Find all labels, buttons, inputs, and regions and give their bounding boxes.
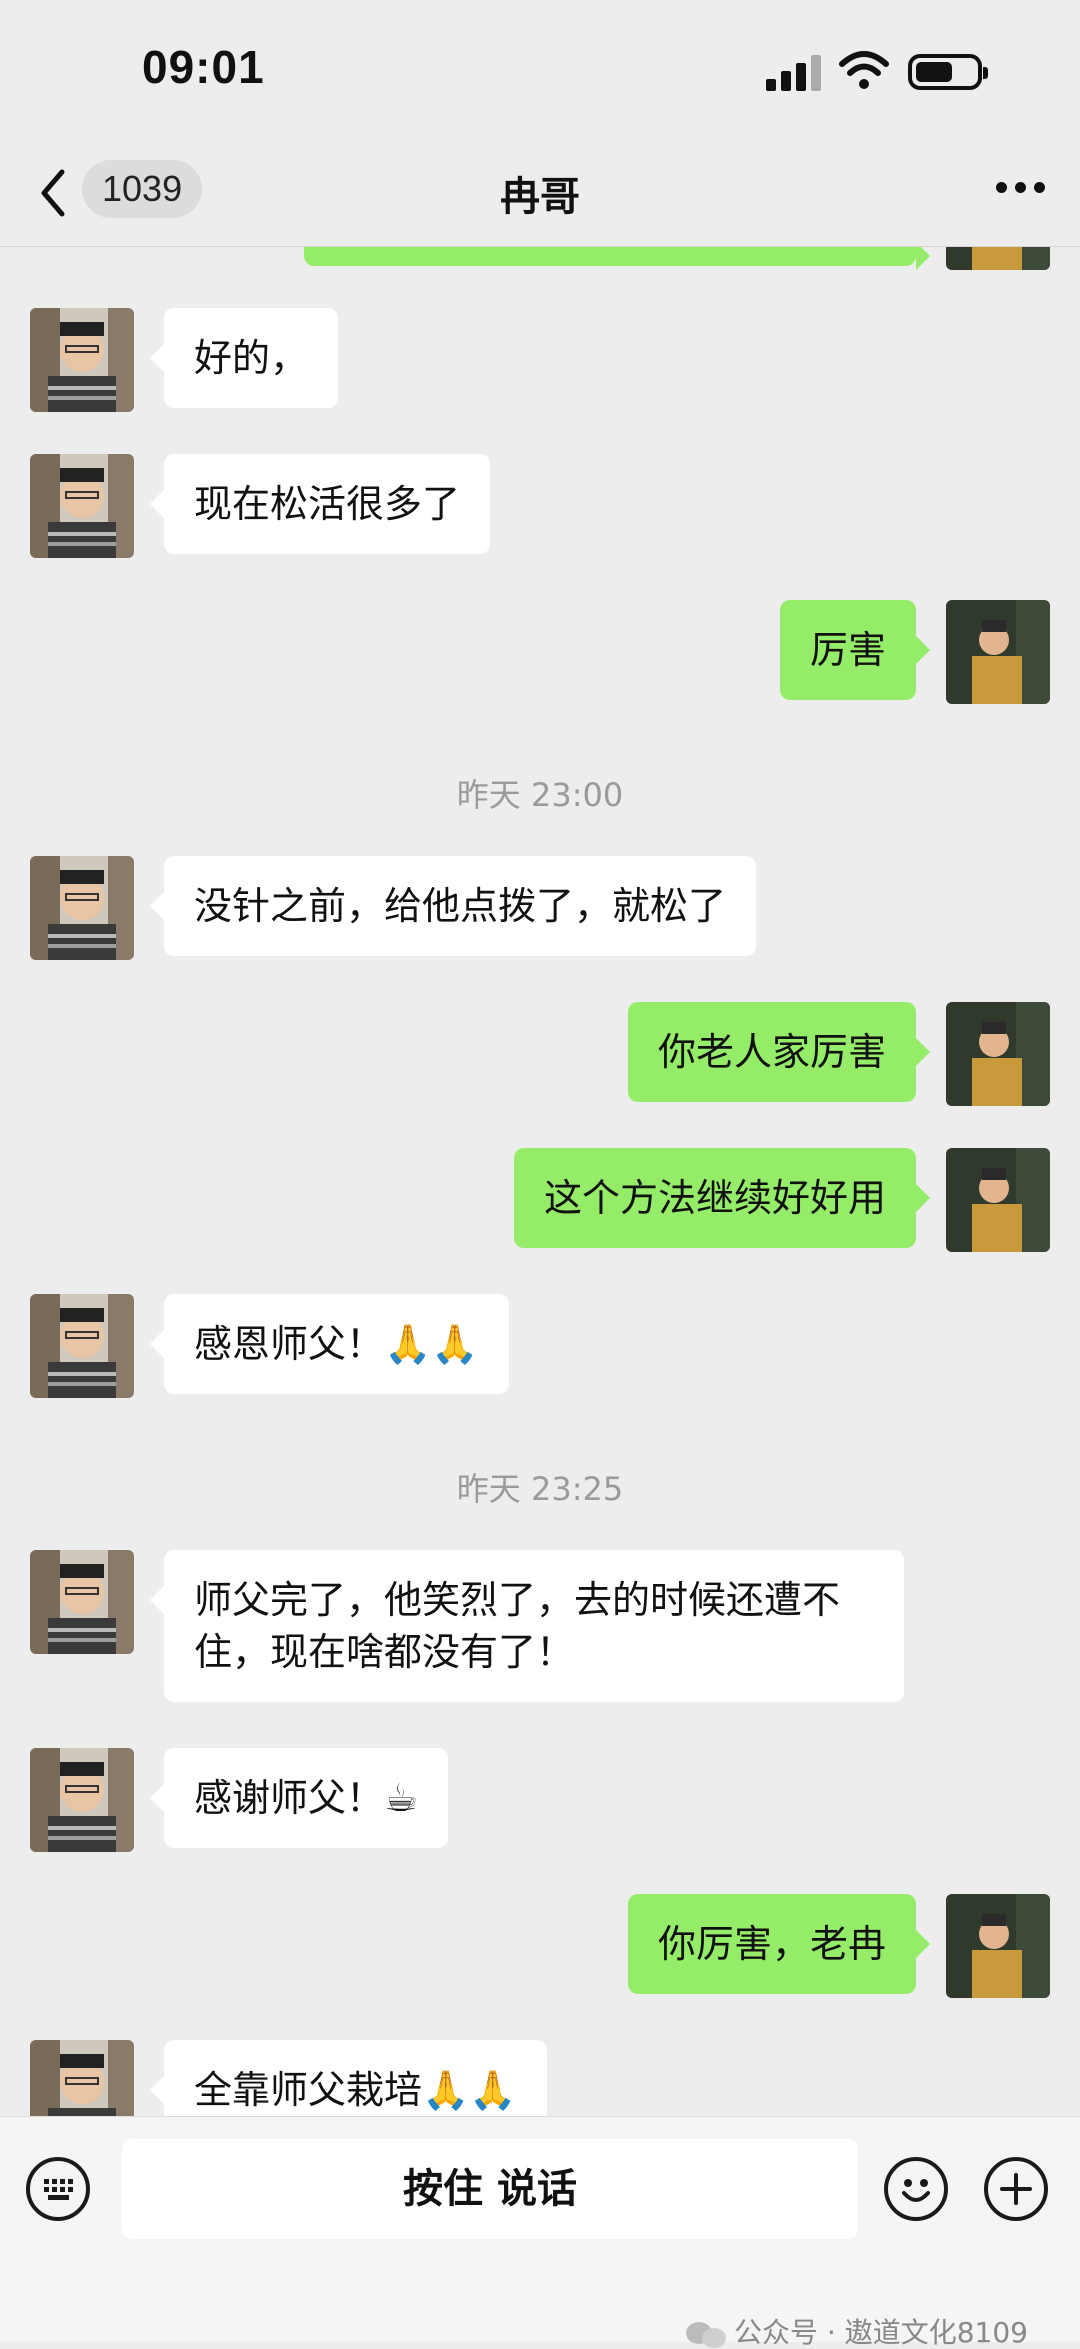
- input-bar: 按住 说话: [0, 2116, 1080, 2342]
- contact-avatar[interactable]: [30, 1294, 134, 1398]
- my-avatar[interactable]: [946, 1148, 1050, 1252]
- contact-avatar[interactable]: [30, 308, 134, 412]
- outgoing-message[interactable]: 你厉害，老冉: [627, 1894, 931, 1994]
- incoming-message[interactable]: 全靠师父栽培🙏🙏: [150, 2040, 547, 2116]
- wifi-icon: [839, 51, 889, 89]
- contact-avatar[interactable]: [30, 454, 134, 558]
- contact-avatar[interactable]: [30, 1748, 134, 1852]
- signal-icon: [766, 55, 822, 91]
- keyboard-icon[interactable]: [26, 2157, 90, 2221]
- message-bubble-partial[interactable]: [304, 246, 930, 270]
- my-avatar[interactable]: [946, 1002, 1050, 1106]
- my-avatar[interactable]: [946, 246, 1050, 270]
- status-bar: 09:01: [0, 0, 1080, 140]
- contact-avatar[interactable]: [30, 2040, 134, 2116]
- plus-icon[interactable]: [984, 2157, 1048, 2221]
- battery-icon: [908, 54, 988, 90]
- my-avatar[interactable]: [946, 600, 1050, 704]
- more-options-icon[interactable]: [996, 178, 1046, 198]
- timestamp: 昨天 23:00: [456, 776, 624, 814]
- outgoing-message[interactable]: 厉害: [779, 600, 931, 700]
- chat-header: 1039 冉哥: [0, 140, 1080, 247]
- watermark-text: 公众号 · 遨道文化8109: [734, 2316, 1028, 2349]
- incoming-message[interactable]: 好的，: [149, 308, 339, 408]
- hold-to-talk-button[interactable]: 按住 说话: [122, 2139, 858, 2239]
- outgoing-message[interactable]: 这个方法继续好好用: [513, 1148, 931, 1248]
- emoji-icon[interactable]: [884, 2157, 948, 2221]
- contact-avatar[interactable]: [30, 1550, 134, 1654]
- chat-title: 冉哥: [500, 174, 580, 220]
- timestamp: 昨天 23:25: [456, 1470, 624, 1508]
- my-avatar[interactable]: [946, 1894, 1050, 1998]
- outgoing-message[interactable]: 你老人家厉害: [627, 1002, 931, 1102]
- status-time: 09:01: [142, 41, 265, 93]
- incoming-message[interactable]: 现在松活很多了: [149, 454, 491, 554]
- incoming-message[interactable]: 感恩师父！🙏🙏: [150, 1294, 509, 1394]
- incoming-message[interactable]: 师父完了，他笑烈了，去的时候还遭不住，现在啥都没有了！: [150, 1550, 904, 1702]
- wechat-logo-icon: [686, 2320, 728, 2348]
- watermark: 公众号 · 遨道文化8109: [686, 2318, 1028, 2348]
- incoming-message[interactable]: 没针之前，给他点拨了，就松了: [149, 856, 757, 956]
- message-list: 好的， 现在松活很多了 厉害 昨天 23:00 没针之前，给他点拨了，就松了 你…: [0, 246, 1080, 2116]
- contact-avatar[interactable]: [30, 856, 134, 960]
- incoming-message[interactable]: 感谢师父！☕: [149, 1748, 449, 1848]
